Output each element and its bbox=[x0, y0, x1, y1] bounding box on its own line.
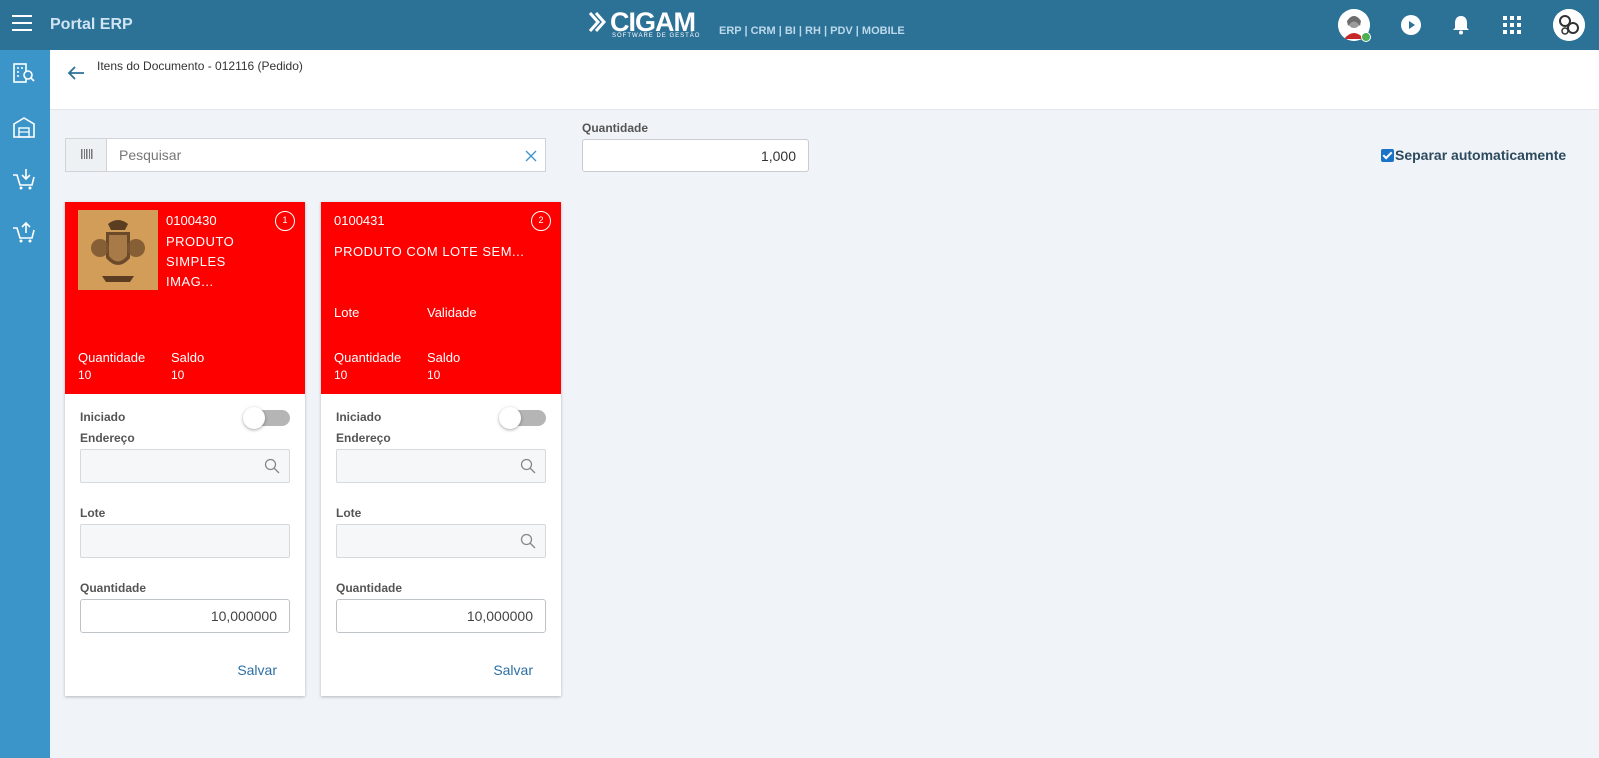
search-input[interactable] bbox=[107, 139, 517, 171]
page-header: Itens do Documento - 012116 (Pedido) bbox=[50, 50, 1599, 110]
quantity-label: Quantidade bbox=[582, 121, 649, 135]
lot-header-label: Lote bbox=[334, 305, 360, 320]
cart-download-icon[interactable] bbox=[11, 166, 37, 192]
quantity-value: 10 bbox=[78, 368, 92, 382]
quantity-value: 10 bbox=[334, 368, 348, 382]
app-title[interactable]: Portal ERP bbox=[50, 16, 133, 34]
qty-label: Quantidade bbox=[336, 581, 403, 595]
address-label: Endereço bbox=[336, 431, 391, 445]
search-icon[interactable] bbox=[520, 533, 536, 549]
search-box bbox=[65, 138, 546, 172]
save-button[interactable]: Salvar bbox=[493, 662, 533, 678]
balance-label: Saldo bbox=[171, 350, 205, 365]
warehouse-icon[interactable] bbox=[11, 114, 37, 140]
page-title: Itens do Documento - 012116 (Pedido) bbox=[97, 59, 303, 73]
qty-input[interactable] bbox=[336, 599, 546, 633]
save-button[interactable]: Salvar bbox=[237, 662, 277, 678]
logo-subtext: SOFTWARE DE GESTÃO bbox=[612, 33, 701, 39]
play-icon[interactable] bbox=[1399, 13, 1423, 37]
building-search-icon[interactable] bbox=[11, 60, 37, 86]
auto-separate-checkbox[interactable]: Separar automaticamente bbox=[1381, 147, 1566, 163]
cigam-logo-mark-icon bbox=[588, 12, 607, 32]
validity-label: Validade bbox=[427, 305, 477, 320]
modules-links[interactable]: ERP | CRM | BI | RH | PDV | MOBILE bbox=[719, 25, 905, 37]
back-arrow-icon[interactable] bbox=[66, 63, 86, 83]
cigam-logo: CIGAM bbox=[588, 9, 696, 36]
item-card-header: 0100431 PRODUTO COM LOTE SEM... 2 Lote V… bbox=[321, 202, 561, 394]
search-icon[interactable] bbox=[264, 458, 280, 474]
gears-icon bbox=[1553, 9, 1585, 41]
toggle-knob bbox=[499, 407, 521, 429]
top-bar: Portal ERP CIGAM SOFTWARE DE GESTÃO ERP … bbox=[0, 0, 1599, 50]
balance-label: Saldo bbox=[427, 350, 461, 365]
item-description: PRODUTO COM LOTE SEM... bbox=[334, 244, 525, 259]
address-field[interactable] bbox=[80, 449, 290, 483]
checkbox-checked-icon[interactable] bbox=[1381, 148, 1394, 162]
started-toggle[interactable] bbox=[499, 407, 546, 429]
auto-separate-label: Separar automaticamente bbox=[1395, 147, 1567, 163]
online-status-icon bbox=[1361, 32, 1371, 42]
search-icon[interactable] bbox=[520, 458, 536, 474]
company-avatar[interactable] bbox=[1553, 9, 1585, 41]
address-field[interactable] bbox=[336, 449, 546, 483]
qty-input[interactable] bbox=[80, 599, 290, 633]
item-code: 0100431 bbox=[334, 213, 385, 228]
barcode-button[interactable] bbox=[66, 139, 107, 171]
bell-icon[interactable] bbox=[1449, 13, 1473, 37]
started-toggle[interactable] bbox=[243, 407, 290, 429]
item-description: PRODUTO SIMPLES IMAG... bbox=[166, 234, 235, 289]
user-avatar[interactable] bbox=[1338, 9, 1372, 43]
item-card: 0100430 PRODUTO SIMPLES IMAG... 1 Quanti… bbox=[65, 202, 305, 696]
balance-value: 10 bbox=[171, 368, 185, 382]
coat-of-arms-image bbox=[78, 210, 158, 290]
quantity-header-label: Quantidade bbox=[334, 350, 402, 365]
lot-label: Lote bbox=[336, 506, 362, 520]
item-badge: 2 bbox=[531, 211, 551, 231]
item-card: 0100431 PRODUTO COM LOTE SEM... 2 Lote V… bbox=[321, 202, 561, 696]
barcode-icon bbox=[81, 149, 93, 159]
item-card-header: 0100430 PRODUTO SIMPLES IMAG... 1 Quanti… bbox=[65, 202, 305, 394]
lot-field[interactable] bbox=[80, 524, 290, 558]
apps-grid-icon[interactable] bbox=[1500, 13, 1524, 37]
address-label: Endereço bbox=[80, 431, 135, 445]
toggle-knob bbox=[243, 407, 265, 429]
clear-search-icon[interactable] bbox=[525, 150, 537, 162]
qty-label: Quantidade bbox=[80, 581, 147, 595]
product-image bbox=[78, 210, 158, 290]
cart-upload-icon[interactable] bbox=[11, 219, 37, 245]
started-label: Iniciado bbox=[80, 410, 126, 424]
lot-label: Lote bbox=[80, 506, 106, 520]
quantity-header-label: Quantidade bbox=[78, 350, 146, 365]
lot-field[interactable] bbox=[336, 524, 546, 558]
hamburger-menu-icon[interactable] bbox=[12, 15, 32, 35]
started-label: Iniciado bbox=[336, 410, 382, 424]
item-badge: 1 bbox=[275, 211, 295, 231]
item-code: 0100430 bbox=[166, 213, 217, 228]
sidebar bbox=[0, 50, 50, 758]
quantity-input[interactable] bbox=[582, 139, 809, 172]
balance-value: 10 bbox=[427, 368, 441, 382]
